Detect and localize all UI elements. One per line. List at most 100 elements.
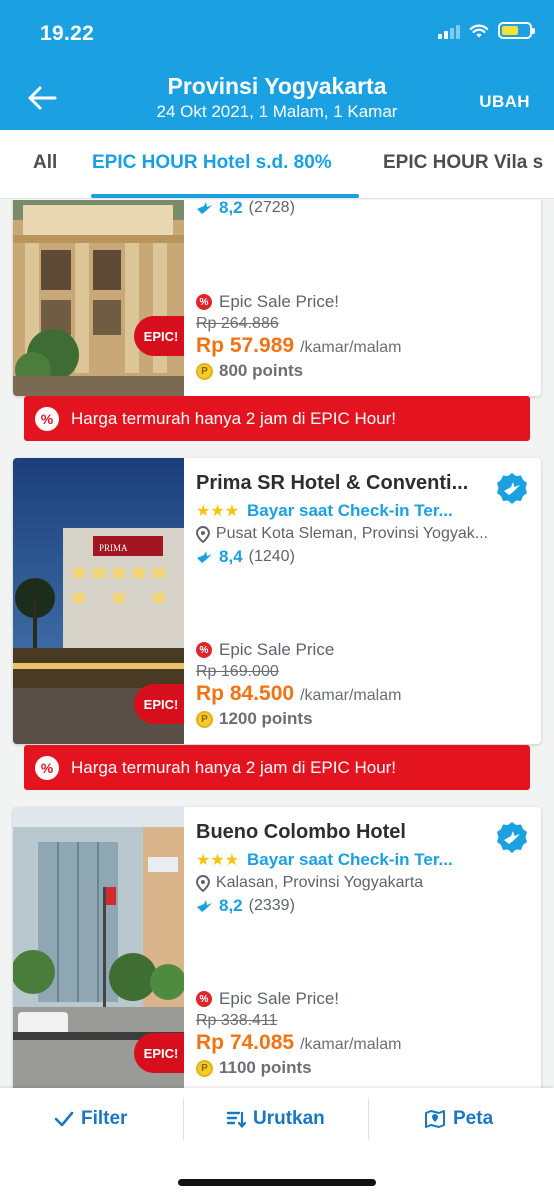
sort-icon [226,1111,246,1128]
price-block: % Epic Sale Price! Rp 264.886 Rp 57.989 … [196,292,529,381]
price-block: % Epic Sale Price Rp 169.000 Rp 84.500 /… [196,640,529,729]
points-row: P 1200 points [196,709,529,729]
hotel-name: Bueno Colombo Hotel [196,821,406,843]
sale-price: Rp 57.989 [196,334,295,357]
star-rating-icon: ★★★ [196,503,240,520]
original-price: Rp 264.886 [196,315,279,332]
hotel-list[interactable]: EPIC! 8,2 (2728) % Epic Sale Price! Rp 2… [0,200,554,1088]
promo-text: Harga termurah hanya 2 jam di EPIC Hour! [71,757,397,777]
hotel-card[interactable]: EPIC! Bueno Colombo Hotel ★★★ Bayar saat… [13,807,541,1088]
price-row: Rp 57.989 /kamar/malam [196,334,529,358]
sort-label: Urutkan [253,1108,325,1129]
filter-button[interactable]: Filter [54,1106,127,1132]
page-subtitle: 24 Okt 2021, 1 Malam, 1 Kamar [156,102,398,121]
original-price: Rp 338.411 [196,1012,278,1029]
hotel-photo: PRIMA EPIC! [13,458,184,744]
epic-tag: EPIC! [134,316,184,356]
hotel-photo: EPIC! [13,200,184,396]
percent-icon: % [196,294,212,310]
epic-tag: EPIC! [134,1033,184,1073]
hotel-location: Pusat Kota Sleman, Provinsi Yogyak... [215,525,489,542]
hotel-info: Prima SR Hotel & Conventi... ★★★ Bayar s… [196,472,529,567]
sale-label-row: % Epic Sale Price [196,640,529,660]
epic-hour-promo-banner: % Harga termurah hanya 2 jam di EPIC Hou… [24,745,530,790]
star-rating-icon: ★★★ [196,852,240,869]
epic-hour-promo-banner: % Harga termurah hanya 2 jam di EPIC Hou… [24,396,530,441]
filter-label: Filter [81,1108,128,1129]
location-row: Pusat Kota Sleman, Provinsi Yogyak... [196,525,529,543]
points-value: 1100 points [219,1058,312,1077]
points-coin-icon: P [196,1059,213,1077]
percent-icon: % [35,406,59,431]
review-count: (2339) [248,897,295,914]
check-icon [54,1111,74,1127]
price-unit: /kamar/malam [300,687,402,704]
hotel-card[interactable]: EPIC! 8,2 (2728) % Epic Sale Price! Rp 2… [13,200,541,396]
hotel-info: Bueno Colombo Hotel ★★★ Bayar saat Check… [196,821,529,916]
rating-value: 8,2 [219,200,243,217]
points-value: 1200 points [219,709,313,728]
rating-row: 8,2 (2339) [196,896,529,916]
verified-badge-icon [497,473,527,504]
original-price: Rp 169.000 [196,663,279,680]
review-count: (1240) [248,548,295,565]
sale-price: Rp 74.085 [196,1031,295,1054]
wifi-icon [469,24,489,37]
rating-value: 8,2 [219,896,243,915]
page-title: Provinsi Yogyakarta [167,73,387,99]
hotel-card[interactable]: PRIMA EPIC! Prima SR Hotel & Conventi... [13,458,541,744]
promo-text: Harga termurah hanya 2 jam di EPIC Hour! [71,408,397,428]
price-row: Rp 74.085 /kamar/malam [196,1031,529,1055]
status-time: 19.22 [40,22,95,45]
change-search-button[interactable]: UBAH [479,92,530,112]
traveloka-bird-icon [197,900,212,912]
points-row: P 800 points [196,361,529,381]
rating-value: 8,4 [219,547,243,566]
points-coin-icon: P [196,710,213,728]
stars-row: ★★★ Bayar saat Check-in Ter... [196,850,529,870]
payment-label: Bayar saat Check-in Ter... [247,501,453,520]
location-pin-icon [196,525,210,543]
location-pin-icon [196,874,210,892]
tab-all[interactable]: All [33,152,57,174]
rating-row: 8,4 (1240) [196,547,529,567]
divider [368,1098,369,1140]
map-button[interactable]: Peta [424,1106,493,1132]
price-unit: /kamar/malam [300,1036,402,1053]
payment-label: Bayar saat Check-in Ter... [247,850,453,869]
hotel-info: 8,2 (2728) [196,200,529,218]
home-indicator [178,1179,376,1186]
map-label: Peta [453,1108,494,1129]
review-count: (2728) [248,200,295,216]
hotel-name: Prima SR Hotel & Conventi... [196,472,469,494]
divider [183,1098,184,1140]
status-icons [438,22,535,39]
verified-badge-icon [497,822,527,853]
header-title-block[interactable]: Provinsi Yogyakarta 24 Okt 2021, 1 Malam… [0,73,554,122]
battery-icon [498,22,535,39]
traveloka-bird-icon [197,202,212,214]
price-unit: /kamar/malam [300,339,402,356]
points-coin-icon: P [196,362,213,380]
traveloka-bird-icon [197,551,212,563]
rating-row: 8,2 (2728) [196,200,529,218]
sale-price: Rp 84.500 [196,682,295,705]
sale-label-row: % Epic Sale Price! [196,989,529,1009]
category-tabs: All EPIC HOUR Hotel s.d. 80% EPIC HOUR V… [0,130,554,199]
price-row: Rp 84.500 /kamar/malam [196,682,529,706]
svg-text:PRIMA: PRIMA [99,543,128,553]
app-header: 19.22 Provinsi Yogyakarta 24 Okt 2021, 1… [0,0,554,130]
hotel-location: Kalasan, Provinsi Yogyakarta [215,874,424,891]
location-row: Kalasan, Provinsi Yogyakarta [196,874,529,892]
points-row: P 1100 points [196,1058,529,1078]
sale-label-row: % Epic Sale Price! [196,292,529,312]
sale-label: Epic Sale Price! [219,989,339,1008]
signal-icon [438,23,460,39]
percent-icon: % [35,755,59,780]
tab-epic-hour-vila[interactable]: EPIC HOUR Vila s [383,152,543,174]
stars-row: ★★★ Bayar saat Check-in Ter... [196,501,529,521]
sort-button[interactable]: Urutkan [226,1106,325,1132]
price-block: % Epic Sale Price! Rp 338.411 Rp 74.085 … [196,989,529,1078]
epic-tag: EPIC! [134,684,184,724]
tab-epic-hour-hotel[interactable]: EPIC HOUR Hotel s.d. 80% [92,152,332,174]
